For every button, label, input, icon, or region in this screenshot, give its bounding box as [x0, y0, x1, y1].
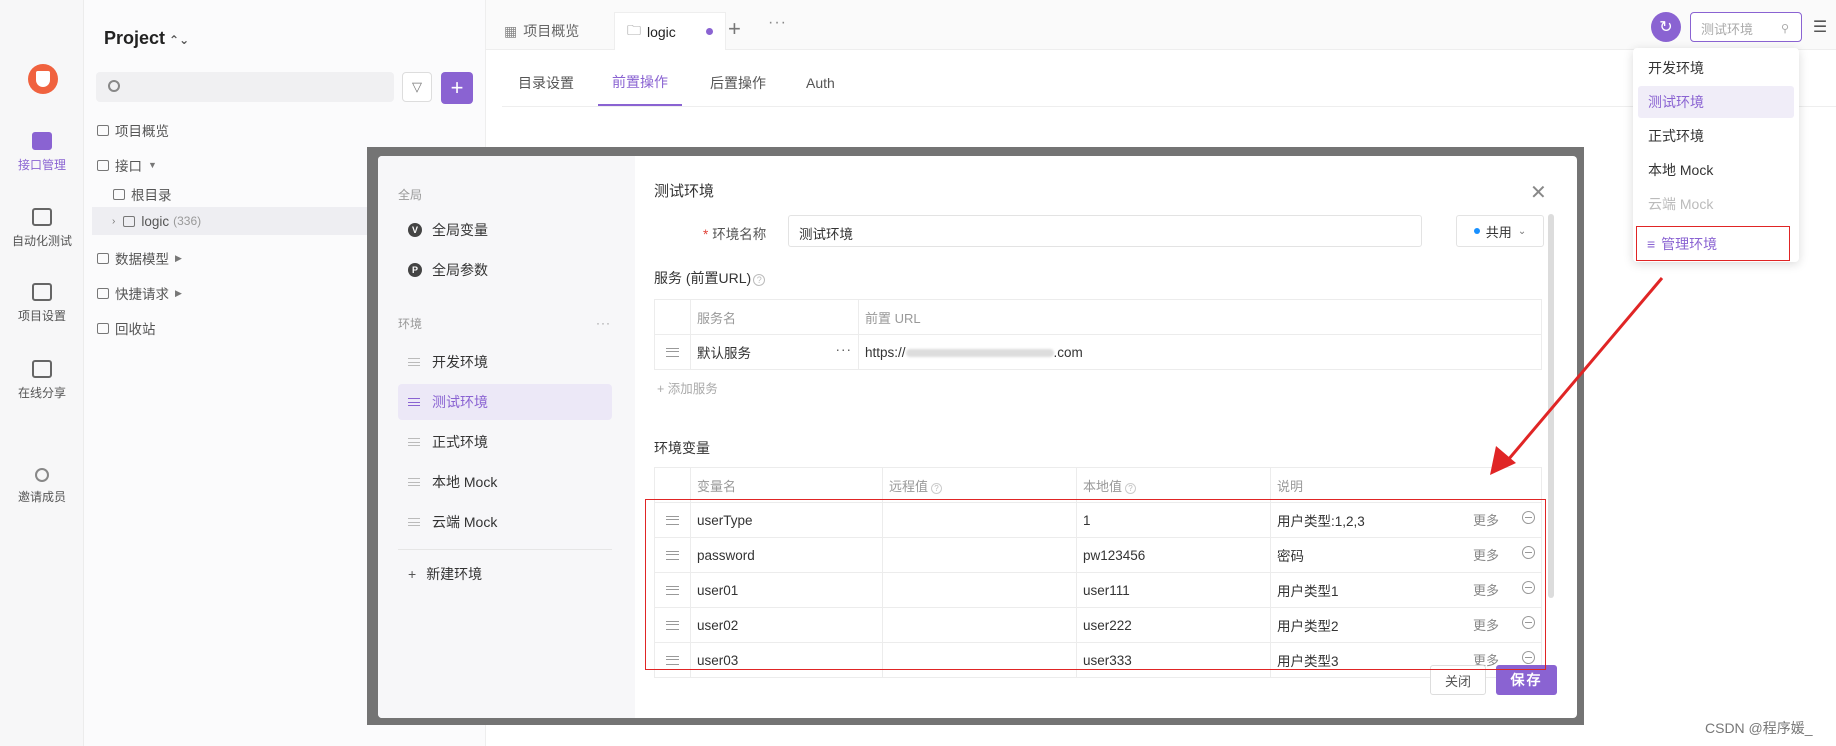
- annotation-arrow: [1490, 277, 1664, 475]
- arrow-line: [1506, 277, 1664, 461]
- arrow-head: [1490, 446, 1516, 475]
- watermark: CSDN @程序媛_: [1705, 720, 1813, 736]
